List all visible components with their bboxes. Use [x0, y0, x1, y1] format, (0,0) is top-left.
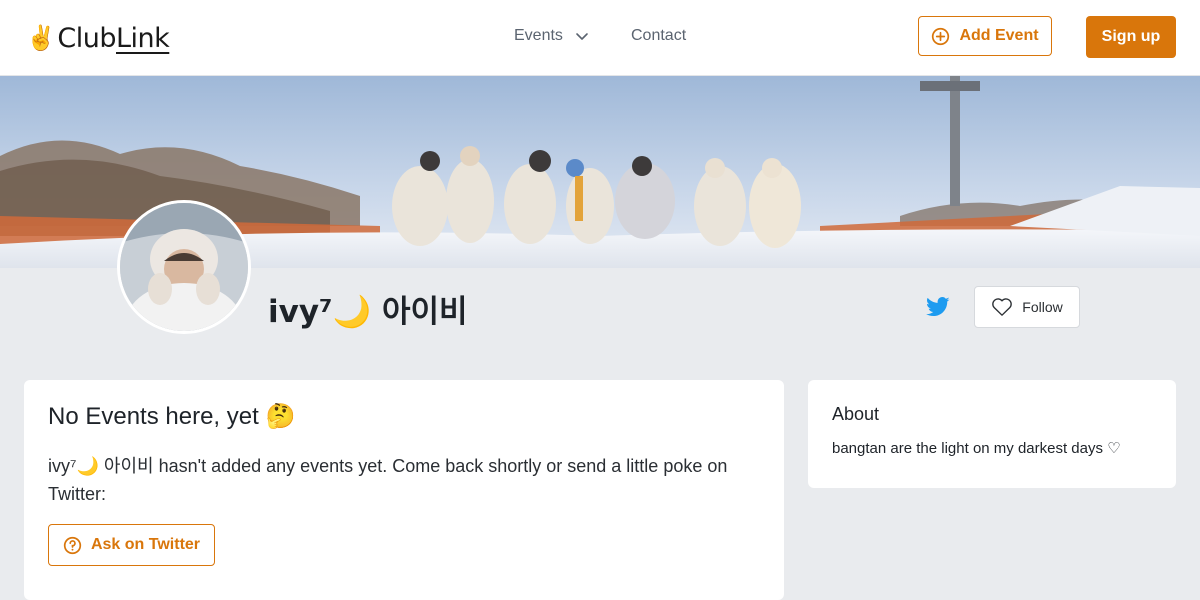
events-card: No Events here, yet 🤔 ivy⁷🌙 아이비 hasn't a… — [24, 380, 784, 600]
about-card: About bangtan are the light on my darkes… — [808, 380, 1176, 488]
sign-up-button[interactable]: Sign up — [1086, 16, 1176, 58]
logo-text-club: Club — [57, 22, 116, 54]
add-event-label: Add Event — [959, 27, 1039, 44]
nav-contact-link[interactable]: Contact — [631, 27, 686, 45]
profile-avatar[interactable] — [117, 200, 251, 334]
events-card-title: No Events here, yet 🤔 — [48, 403, 296, 430]
chevron-down-icon — [576, 33, 588, 40]
add-event-button[interactable]: Add Event — [918, 16, 1052, 56]
ask-on-twitter-label: Ask on Twitter — [90, 536, 201, 553]
logo-text-link: Link — [116, 22, 170, 54]
question-circle-icon — [63, 536, 82, 554]
victory-hand-icon: ✌️ — [26, 24, 56, 52]
follow-label: Follow — [1022, 299, 1063, 315]
twitter-icon[interactable] — [926, 296, 950, 318]
ask-on-twitter-button[interactable]: Ask on Twitter — [48, 524, 215, 566]
clublink-logo[interactable]: ✌️ Club Link — [26, 20, 170, 56]
heart-icon — [992, 298, 1013, 316]
avatar-photo — [120, 203, 248, 331]
nav-events-dropdown[interactable]: Events — [514, 27, 589, 45]
about-card-text: bangtan are the light on my darkest days… — [832, 440, 1121, 457]
top-navbar: ✌️ Club Link Events Contact Add Event Sig… — [0, 0, 1200, 76]
plus-circle-icon — [932, 27, 950, 45]
profile-name: ivy⁷🌙 아이비 — [268, 294, 468, 330]
nav-events-label: Events — [514, 27, 563, 44]
about-card-title: About — [832, 404, 880, 424]
events-card-description: ivy⁷🌙 아이비 hasn't added any events yet. C… — [48, 456, 728, 504]
follow-button[interactable]: Follow — [974, 286, 1080, 328]
